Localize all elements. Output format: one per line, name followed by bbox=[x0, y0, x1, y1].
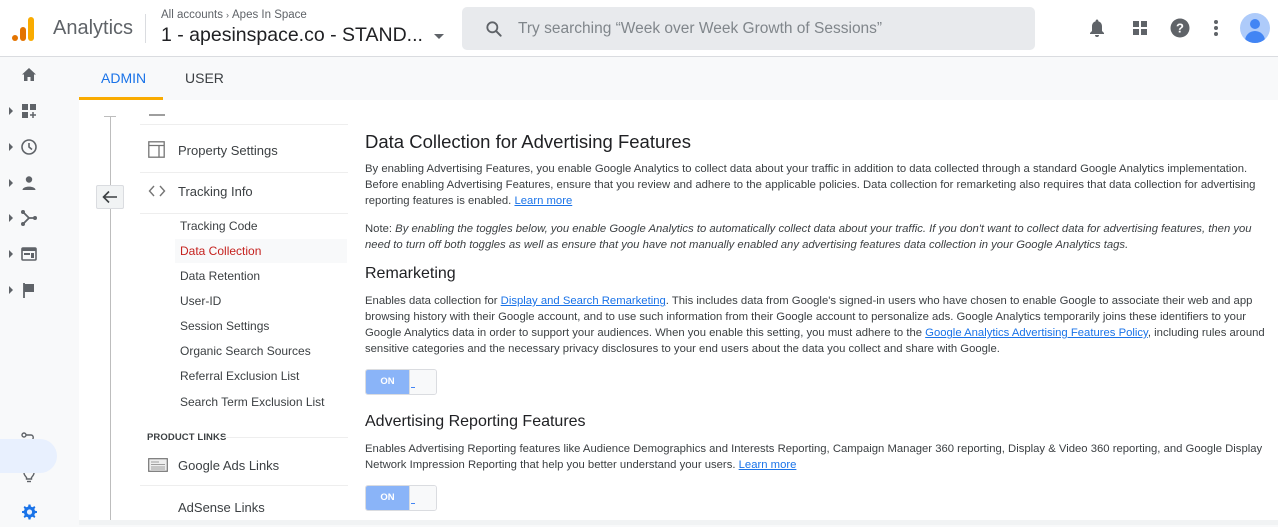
advertising-features-policy-link[interactable]: Google Analytics Advertising Features Po… bbox=[925, 327, 1148, 339]
nav-divider bbox=[140, 180, 348, 214]
nav-divider bbox=[140, 140, 348, 173]
nav-referral-exclusion-list[interactable]: Referral Exclusion List bbox=[175, 364, 347, 388]
toggle-on-label: ON bbox=[366, 370, 409, 394]
nav-data-collection[interactable]: Data Collection bbox=[175, 239, 347, 263]
breadcrumb-account[interactable]: Apes In Space bbox=[232, 9, 307, 21]
advertising-reporting-heading: Advertising Reporting Features bbox=[365, 413, 586, 430]
dashboard-add-icon bbox=[22, 104, 36, 118]
collapsed-section-dash bbox=[149, 114, 165, 116]
more-vert-icon[interactable] bbox=[1205, 17, 1227, 39]
rail-admin-active-bg bbox=[0, 439, 57, 473]
expand-arrow-icon bbox=[9, 179, 13, 187]
toggle-knob bbox=[409, 486, 436, 510]
gear-icon bbox=[22, 504, 37, 520]
notifications-icon[interactable] bbox=[1086, 17, 1108, 39]
note-text: By enabling the toggles below, you enabl… bbox=[365, 223, 1252, 251]
nav-session-settings[interactable]: Session Settings bbox=[175, 314, 347, 338]
behavior-window-icon bbox=[21, 247, 37, 261]
expand-arrow-icon bbox=[9, 143, 13, 151]
chevron-down-icon[interactable] bbox=[434, 34, 444, 39]
search-icon bbox=[486, 21, 502, 37]
rail-audience[interactable] bbox=[0, 168, 60, 198]
admin-user-tabs: ADMIN USER bbox=[79, 57, 1278, 100]
section-divider bbox=[222, 437, 348, 438]
product-links-label: PRODUCT LINKS bbox=[147, 432, 227, 443]
tab-admin[interactable]: ADMIN bbox=[101, 70, 146, 86]
panel-bottom-edge bbox=[79, 520, 1278, 525]
reporting-paragraph: Enables Advertising Reporting features l… bbox=[365, 441, 1275, 473]
expand-arrow-icon bbox=[9, 107, 13, 115]
reporting-text: Enables Advertising Reporting features l… bbox=[365, 443, 1263, 471]
page-title: Data Collection for Advertising Features bbox=[365, 131, 691, 152]
rail-acquisition[interactable] bbox=[0, 203, 60, 233]
flag-icon bbox=[23, 283, 34, 298]
intro-text: By enabling Advertising Features, you en… bbox=[365, 163, 1256, 207]
acquisition-merge-icon bbox=[21, 210, 37, 226]
header-divider bbox=[145, 14, 146, 43]
breadcrumb: All accounts › Apes In Space bbox=[161, 9, 307, 21]
column-connector-cap bbox=[104, 116, 116, 117]
nav-search-term-exclusion-list[interactable]: Search Term Exclusion List bbox=[175, 390, 347, 414]
nav-user-id[interactable]: User-ID bbox=[175, 289, 347, 313]
person-icon bbox=[22, 176, 36, 190]
remarketing-paragraph: Enables data collection for Display and … bbox=[365, 293, 1275, 357]
account-selector[interactable]: 1 - apesinspace.co - STAND... bbox=[161, 24, 423, 47]
learn-more-link[interactable]: Learn more bbox=[514, 195, 572, 207]
display-search-remarketing-link[interactable]: Display and Search Remarketing bbox=[501, 295, 666, 307]
toggle-knob bbox=[409, 370, 436, 394]
note-paragraph: Note: By enabling the toggles below, you… bbox=[365, 221, 1275, 253]
remarketing-text-1: Enables data collection for bbox=[365, 295, 501, 307]
breadcrumb-separator-icon: › bbox=[226, 10, 230, 20]
reporting-learn-more-link[interactable]: Learn more bbox=[739, 459, 797, 471]
search-bar[interactable] bbox=[462, 7, 1035, 50]
analytics-logo-icon[interactable] bbox=[10, 15, 36, 41]
top-app-bar: Analytics All accounts › Apes In Space 1 -… bbox=[0, 0, 1278, 57]
rail-realtime[interactable] bbox=[0, 132, 60, 162]
expand-arrow-icon bbox=[9, 286, 13, 294]
arrow-back-icon bbox=[102, 190, 117, 204]
advertising-reporting-toggle[interactable]: ON bbox=[365, 485, 437, 511]
help-icon[interactable]: ? bbox=[1169, 17, 1191, 39]
toggle-on-label: ON bbox=[366, 486, 409, 510]
rail-admin[interactable] bbox=[0, 497, 60, 527]
home-icon bbox=[22, 68, 36, 81]
rail-home[interactable] bbox=[0, 60, 60, 90]
rail-conversions[interactable] bbox=[0, 275, 60, 305]
expand-arrow-icon bbox=[9, 214, 13, 222]
nav-data-retention[interactable]: Data Retention bbox=[175, 264, 347, 288]
intro-paragraph: By enabling Advertising Features, you en… bbox=[365, 161, 1275, 209]
nav-divider bbox=[140, 452, 348, 486]
app-title: Analytics bbox=[53, 17, 134, 39]
nav-adsense-links[interactable]: AdSense Links bbox=[178, 500, 265, 515]
nav-divider bbox=[140, 124, 348, 125]
remarketing-heading: Remarketing bbox=[365, 265, 456, 282]
nav-organic-search-sources[interactable]: Organic Search Sources bbox=[175, 339, 347, 363]
expand-arrow-icon bbox=[9, 250, 13, 258]
breadcrumb-all-accounts[interactable]: All accounts bbox=[161, 9, 223, 21]
svg-text:?: ? bbox=[1176, 21, 1184, 36]
remarketing-toggle[interactable]: ON bbox=[365, 369, 437, 395]
column-connector-line bbox=[110, 116, 111, 520]
rail-behavior[interactable] bbox=[0, 239, 60, 269]
apps-grid-icon[interactable] bbox=[1129, 17, 1151, 39]
rail-customization[interactable] bbox=[0, 96, 60, 126]
clock-icon bbox=[21, 139, 37, 155]
search-input[interactable] bbox=[518, 17, 1018, 40]
nav-tracking-code[interactable]: Tracking Code bbox=[175, 214, 347, 238]
note-label: Note: bbox=[365, 223, 393, 235]
back-button[interactable] bbox=[96, 185, 124, 209]
tab-user[interactable]: USER bbox=[185, 70, 224, 86]
account-avatar[interactable] bbox=[1240, 13, 1270, 43]
